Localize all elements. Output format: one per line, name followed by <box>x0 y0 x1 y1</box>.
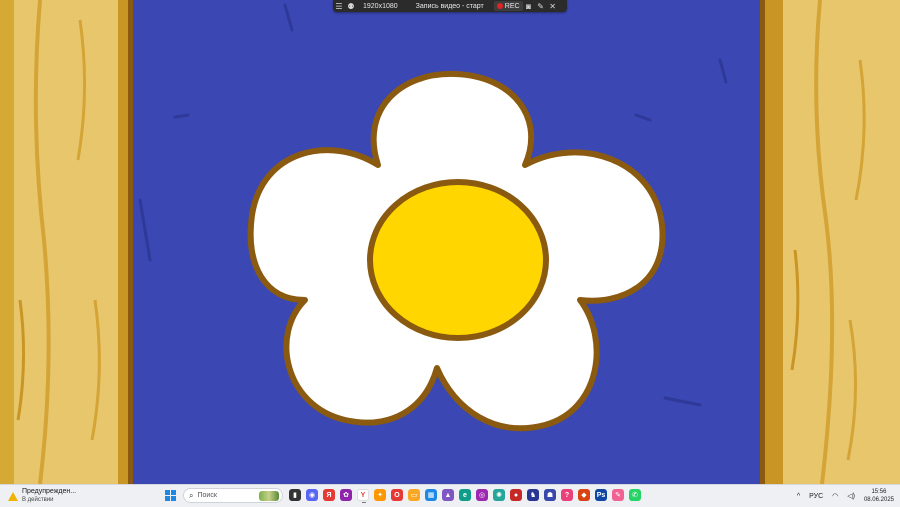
volume-icon[interactable]: ◁) <box>847 492 855 500</box>
left-wood-frame <box>0 0 133 484</box>
search-highlight-image <box>259 491 279 501</box>
taskbar-app-game-1-icon[interactable]: ♞ <box>527 489 539 501</box>
taskbar-app-app-violet-icon[interactable]: ◎ <box>476 489 488 501</box>
menu-icon[interactable]: ☰ <box>333 0 345 12</box>
taskbar-app-app-pink-icon[interactable]: ? <box>561 489 573 501</box>
notification-subtitle: В действии <box>22 497 54 503</box>
notification-widget[interactable]: Предупрежден... В действии <box>8 488 76 504</box>
taskbar-app-app-gradient-icon[interactable]: ✎ <box>612 489 624 501</box>
taskbar-app-office-icon[interactable]: ◆ <box>578 489 590 501</box>
taskbar-app-app-red-icon[interactable]: ● <box>510 489 522 501</box>
taskbar-app-opera-icon[interactable]: O <box>391 489 403 501</box>
chevron-up-icon[interactable]: ^ <box>797 493 800 500</box>
taskbar-search[interactable]: ⌕ Поиск <box>183 488 283 503</box>
close-icon[interactable]: ✕ <box>547 0 559 12</box>
taskbar-app-whatsapp-icon[interactable]: ✆ <box>629 489 641 501</box>
taskbar-app-photoshop-icon[interactable]: Ps <box>595 489 607 501</box>
video-scene <box>0 0 900 484</box>
windows-logo-icon <box>165 490 170 495</box>
rec-button[interactable]: REC <box>493 1 523 11</box>
rec-label: REC <box>504 2 520 10</box>
resolution-label: 1920x1080 <box>363 2 398 10</box>
taskbar-app-yandex-browser-icon[interactable]: Y <box>357 489 369 503</box>
camera-icon[interactable]: ◙ <box>523 0 535 12</box>
taskbar-app-files-icon[interactable]: ▭ <box>408 489 420 501</box>
system-tray: ^ РУС ◠ ◁) 15:56 08.06.2025 <box>797 488 894 504</box>
taskbar-app-app-star-icon[interactable]: ✦ <box>374 489 386 501</box>
clock-date: 08.06.2025 <box>863 497 894 503</box>
language-indicator[interactable]: РУС <box>809 493 823 500</box>
taskbar: Предупрежден... В действии ⌕ Поиск ▮ ◉ Я ✿ Y… <box>0 484 900 507</box>
taskbar-app-app-colorful-icon[interactable]: ✿ <box>340 489 352 501</box>
taskbar-app-task-view-icon[interactable]: ▮ <box>289 489 301 501</box>
taskbar-app-chat-icon[interactable]: ◉ <box>306 489 318 501</box>
flower-window-illustration <box>0 0 900 484</box>
record-dot-icon <box>496 3 503 9</box>
clock[interactable]: 15:56 08.06.2025 <box>864 488 894 504</box>
taskbar-app-edge-icon[interactable]: e <box>459 489 471 501</box>
taskbar-app-app-teal-icon[interactable]: ✺ <box>493 489 505 501</box>
flower-center <box>367 179 549 341</box>
clock-time: 15:56 <box>871 489 887 495</box>
start-button[interactable] <box>165 490 176 501</box>
user-icon[interactable]: ⚉ <box>345 0 357 12</box>
taskbar-app-store-icon[interactable]: ▦ <box>425 489 437 501</box>
taskbar-app-yandex-icon[interactable]: Я <box>323 489 335 501</box>
pinned-apps: ▮ ◉ Я ✿ Y ✦ O ▭ ▦ ▲ e ◎ ✺ ● ♞ ☗? ◆ Ps ✎ ✆ <box>289 489 641 503</box>
taskbar-app-game-2-icon[interactable]: ☗ <box>544 489 556 501</box>
taskbar-app-app-purple-icon[interactable]: ▲ <box>442 489 454 501</box>
search-placeholder: Поиск <box>197 492 217 499</box>
recording-toolbar: ☰ ⚉ 1920x1080 Запись видео - старт REC ◙… <box>333 0 567 12</box>
wifi-icon[interactable]: ◠ <box>832 492 838 500</box>
recording-status: Запись видео - старт <box>415 2 484 10</box>
notification-title: Предупрежден... <box>22 488 77 495</box>
pen-icon[interactable]: ✎ <box>535 0 547 12</box>
warning-icon <box>8 491 18 501</box>
right-wood-frame <box>760 0 900 484</box>
search-icon: ⌕ <box>189 490 194 500</box>
